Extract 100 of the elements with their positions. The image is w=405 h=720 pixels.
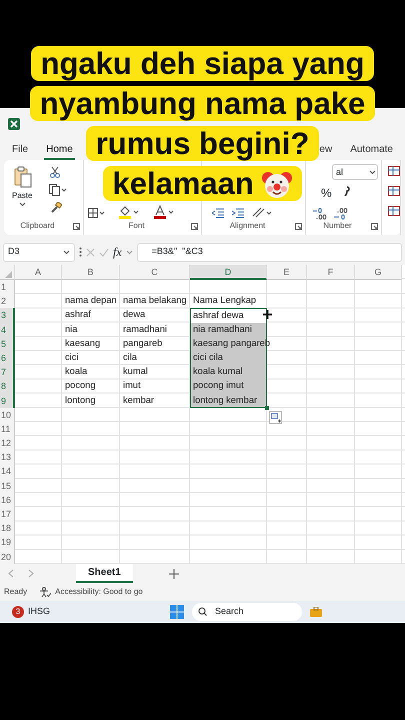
cell-text: Nama Lengkap: [193, 295, 256, 306]
group-label: Font: [127, 220, 146, 232]
format-table-icon[interactable]: [388, 186, 400, 196]
status-mode: Ready: [4, 586, 28, 598]
dialog-launcher-icon[interactable]: [191, 223, 198, 230]
decrease-indent-icon[interactable]: [212, 208, 224, 218]
name-box[interactable]: D3: [3, 242, 75, 262]
cell-text: lontong: [65, 394, 96, 404]
quick-analysis-icon[interactable]: [269, 411, 282, 424]
dialog-launcher-icon[interactable]: [73, 223, 80, 230]
ribbon-tab[interactable]: Automate: [348, 142, 395, 160]
sheet-tab[interactable]: Sheet1: [76, 564, 133, 584]
briefcase-icon[interactable]: [310, 606, 322, 617]
fill-color-icon[interactable]: [119, 205, 139, 219]
dropdown-caret-icon[interactable]: [63, 250, 70, 254]
format-painter-icon[interactable]: [51, 202, 62, 213]
selected-cell[interactable]: ashraf dewa: [190, 308, 267, 323]
row-header[interactable]: 3: [0, 308, 15, 323]
start-button-icon[interactable]: [170, 604, 184, 619]
row-header[interactable]: 13: [0, 450, 15, 464]
accessibility-icon[interactable]: [39, 586, 52, 598]
row-header[interactable]: 15: [0, 478, 15, 493]
paste-icon[interactable]: [14, 166, 32, 188]
column-header[interactable]: E: [267, 265, 307, 280]
decrease-decimal-icon[interactable]: [334, 208, 348, 220]
row-header[interactable]: 18: [0, 521, 15, 536]
row-header[interactable]: 7: [0, 365, 15, 380]
excel-logo-icon[interactable]: [8, 118, 20, 130]
row-header[interactable]: 12: [0, 436, 15, 450]
cell-text: cici cila: [193, 352, 223, 362]
cell-cursor-icon: [263, 310, 272, 319]
cancel-icon: [86, 248, 95, 256]
add-sheet-icon[interactable]: [168, 568, 179, 579]
row-header[interactable]: 5: [0, 336, 15, 351]
selected-cell[interactable]: koala kumal: [190, 365, 267, 380]
search-placeholder: Search: [215, 605, 244, 618]
copy-icon[interactable]: [49, 184, 67, 196]
row-header[interactable]: 16: [0, 492, 15, 507]
cell-text: cici: [65, 352, 78, 362]
cell-text: nama depan: [65, 295, 117, 306]
cell-text: ashraf dewa: [193, 310, 244, 320]
search-icon: [198, 607, 208, 616]
row-header[interactable]: 20: [0, 550, 15, 564]
dialog-launcher-icon[interactable]: [371, 223, 378, 230]
increase-decimal-icon[interactable]: [313, 208, 327, 220]
formula-field[interactable]: =B3&" "&C3: [136, 242, 402, 262]
clown-face-icon: [262, 169, 292, 199]
column-header[interactable]: A: [15, 265, 62, 280]
scissors-icon[interactable]: [50, 166, 60, 178]
percent-style-button[interactable]: %: [321, 184, 332, 202]
cell-text: pangareb: [123, 338, 162, 348]
insert-function-button[interactable]: fx: [113, 243, 122, 261]
row-header[interactable]: 10: [0, 408, 15, 422]
cell-text: nia ramadhani: [193, 324, 252, 334]
font-color-icon[interactable]: [154, 205, 174, 219]
selected-cell[interactable]: cici cila: [190, 350, 267, 366]
row-header[interactable]: 4: [0, 322, 15, 337]
selected-cell[interactable]: nia ramadhani: [190, 322, 267, 337]
font-name-field[interactable]: al: [332, 164, 378, 180]
notification-count: 3: [12, 606, 24, 618]
selected-cell[interactable]: lontong kembar: [190, 394, 267, 408]
cell-text: koala kumal: [193, 366, 243, 376]
column-header[interactable]: B: [62, 265, 120, 280]
row-header[interactable]: 19: [0, 535, 15, 550]
row-header[interactable]: 2: [0, 294, 15, 308]
caret-icon[interactable]: [19, 202, 26, 207]
more-options-icon[interactable]: [79, 247, 82, 257]
paste-button[interactable]: Paste: [12, 190, 32, 202]
accessibility-status[interactable]: Accessibility: Good to go: [55, 586, 143, 598]
selected-cell[interactable]: pocong imut: [190, 379, 267, 394]
cell-styles-icon[interactable]: [388, 206, 400, 216]
group-label: Clipboard: [19, 220, 56, 232]
row-header[interactable]: 17: [0, 507, 15, 522]
comma-style-icon[interactable]: [344, 186, 350, 196]
row-header[interactable]: 8: [0, 379, 15, 394]
row-header[interactable]: 6: [0, 350, 15, 366]
conditional-formatting-icon[interactable]: [388, 166, 400, 176]
column-header[interactable]: D: [190, 265, 267, 280]
column-header[interactable]: G: [355, 265, 402, 280]
dropdown-caret-icon[interactable]: [369, 170, 376, 175]
row-header[interactable]: 14: [0, 464, 15, 479]
borders-icon[interactable]: [88, 208, 106, 218]
increase-indent-icon[interactable]: [232, 208, 244, 218]
cell-text: kembar: [123, 394, 154, 404]
ribbon-tab[interactable]: ew: [317, 142, 334, 160]
search-field[interactable]: Search: [192, 602, 302, 621]
orientation-icon[interactable]: [252, 206, 272, 218]
cell-text: pocong: [65, 380, 96, 390]
row-header[interactable]: 11: [0, 422, 15, 436]
column-header[interactable]: F: [307, 265, 355, 280]
cell-text: koala: [65, 366, 88, 376]
fill-handle-icon[interactable]: [265, 406, 269, 410]
dialog-launcher-icon[interactable]: [295, 223, 302, 230]
row-header[interactable]: 1: [0, 280, 15, 294]
column-header[interactable]: C: [120, 265, 190, 280]
row-header[interactable]: 9: [0, 394, 15, 408]
cell-text: imut: [123, 380, 141, 390]
widget-label[interactable]: IHSG: [28, 605, 50, 618]
group-label: Alignment: [228, 220, 266, 232]
ribbon-tab[interactable]: File: [10, 142, 30, 160]
